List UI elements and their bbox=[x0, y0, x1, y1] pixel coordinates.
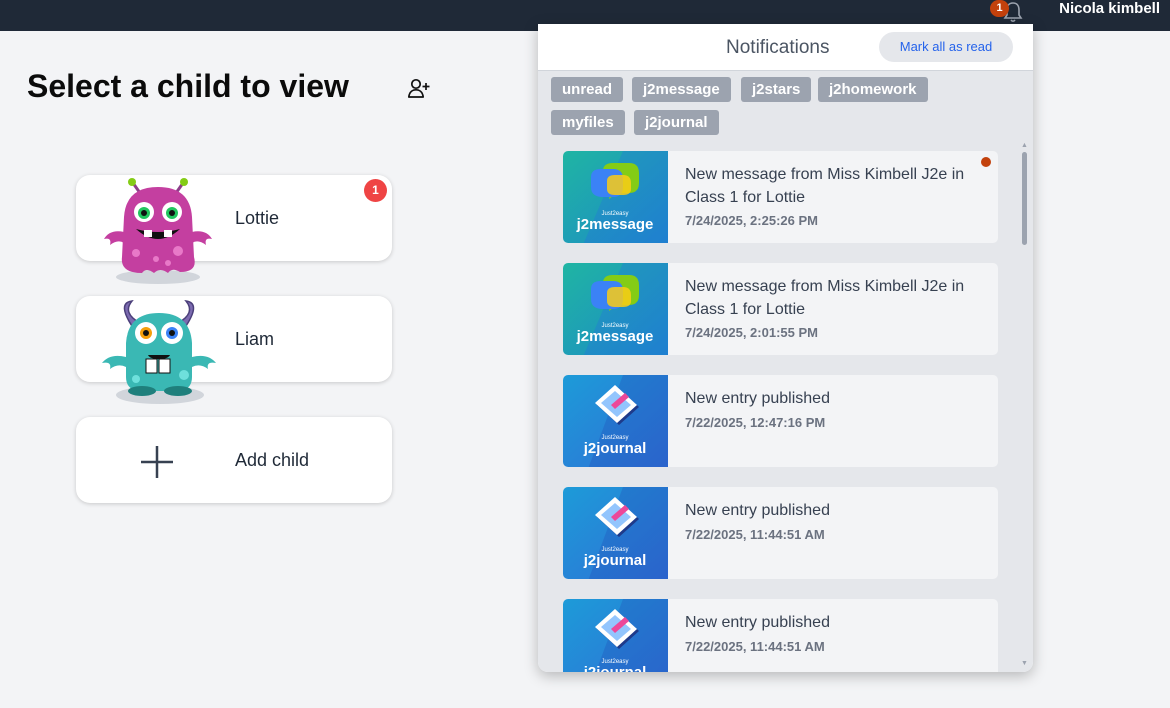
notifications-panel: Notifications Mark all as read unread j2… bbox=[538, 24, 1033, 672]
notification-time: 7/24/2025, 2:01:55 PM bbox=[685, 325, 818, 340]
add-child-card[interactable]: Add child bbox=[76, 417, 392, 503]
j2journal-app-icon: Just2easy j2journal bbox=[563, 375, 668, 467]
user-name[interactable]: Nicola kimbell bbox=[1059, 0, 1160, 18]
child-name-lottie: Lottie bbox=[235, 208, 280, 228]
notification-time: 7/22/2025, 11:44:51 AM bbox=[685, 639, 825, 654]
filter-chip-j2homework[interactable]: j2homework bbox=[818, 77, 928, 102]
notifications-title: Notifications bbox=[726, 37, 830, 58]
add-user-icon[interactable] bbox=[407, 76, 431, 100]
j2journal-app-icon: Just2easy j2journal bbox=[563, 487, 668, 579]
scrollbar-thumb[interactable] bbox=[1022, 152, 1027, 245]
pink-monster-avatar bbox=[104, 178, 212, 284]
thumb-app-name: j2message bbox=[576, 216, 654, 233]
notification-time: 7/24/2025, 2:25:26 PM bbox=[685, 213, 818, 228]
filter-chip-j2stars[interactable]: j2stars bbox=[741, 77, 812, 102]
notification-text: New message from Miss Kimbell J2e in Cla… bbox=[685, 278, 965, 318]
notification-count-badge: 1 bbox=[990, 0, 1009, 17]
j2message-app-icon: Just2easy j2message bbox=[563, 151, 668, 243]
child-name-liam: Liam bbox=[235, 329, 275, 349]
teal-monster-avatar bbox=[102, 300, 216, 404]
notification-time: 7/22/2025, 11:44:51 AM bbox=[685, 527, 825, 542]
notification-text: New entry published bbox=[685, 390, 830, 407]
j2message-app-icon: Just2easy j2message bbox=[563, 263, 668, 355]
page-title: Select a child to view bbox=[27, 68, 349, 104]
add-child-label: Add child bbox=[235, 450, 310, 470]
filter-chip-j2message[interactable]: j2message bbox=[632, 77, 731, 102]
filter-chip-myfiles[interactable]: myfiles bbox=[551, 110, 625, 135]
filter-chip-unread[interactable]: unread bbox=[551, 77, 624, 102]
notification-time: 7/22/2025, 12:47:16 PM bbox=[685, 415, 826, 430]
notification-text: New entry published bbox=[685, 614, 830, 631]
thumb-app-name: j2journal bbox=[583, 552, 647, 569]
thumb-app-name: j2journal bbox=[583, 664, 647, 672]
filter-chip-j2journal[interactable]: j2journal bbox=[634, 110, 719, 135]
notification-list[interactable]: Just2easy j2message New message from Mis… bbox=[538, 142, 1033, 672]
notification-item[interactable]: Just2easy j2journal New entry published … bbox=[562, 598, 999, 672]
thumb-app-name: j2message bbox=[576, 328, 654, 345]
notification-text: New message from Miss Kimbell J2e in Cla… bbox=[685, 166, 965, 206]
plus-icon bbox=[141, 446, 173, 478]
notification-item[interactable]: Just2easy j2message New message from Mis… bbox=[562, 262, 999, 356]
scroll-up-arrow[interactable]: ▲ bbox=[1021, 142, 1028, 149]
notification-item[interactable]: Just2easy j2message New message from Mis… bbox=[562, 150, 999, 244]
unread-indicator bbox=[981, 157, 991, 167]
thumb-app-name: j2journal bbox=[583, 440, 647, 457]
child-card-lottie[interactable]: Lottie bbox=[76, 175, 392, 284]
mark-all-read-button[interactable]: Mark all as read bbox=[879, 32, 1013, 62]
j2journal-app-icon: Just2easy j2journal bbox=[563, 599, 668, 672]
notification-item[interactable]: Just2easy j2journal New entry published … bbox=[562, 486, 999, 580]
scroll-down-arrow[interactable]: ▼ bbox=[1021, 660, 1028, 667]
notification-item[interactable]: Just2easy j2journal New entry published … bbox=[562, 374, 999, 468]
child-card-liam[interactable]: Liam bbox=[76, 296, 392, 404]
child-notification-badge: 1 bbox=[364, 179, 387, 202]
notification-text: New entry published bbox=[685, 502, 830, 519]
notifications-header: Notifications Mark all as read bbox=[538, 24, 1033, 70]
